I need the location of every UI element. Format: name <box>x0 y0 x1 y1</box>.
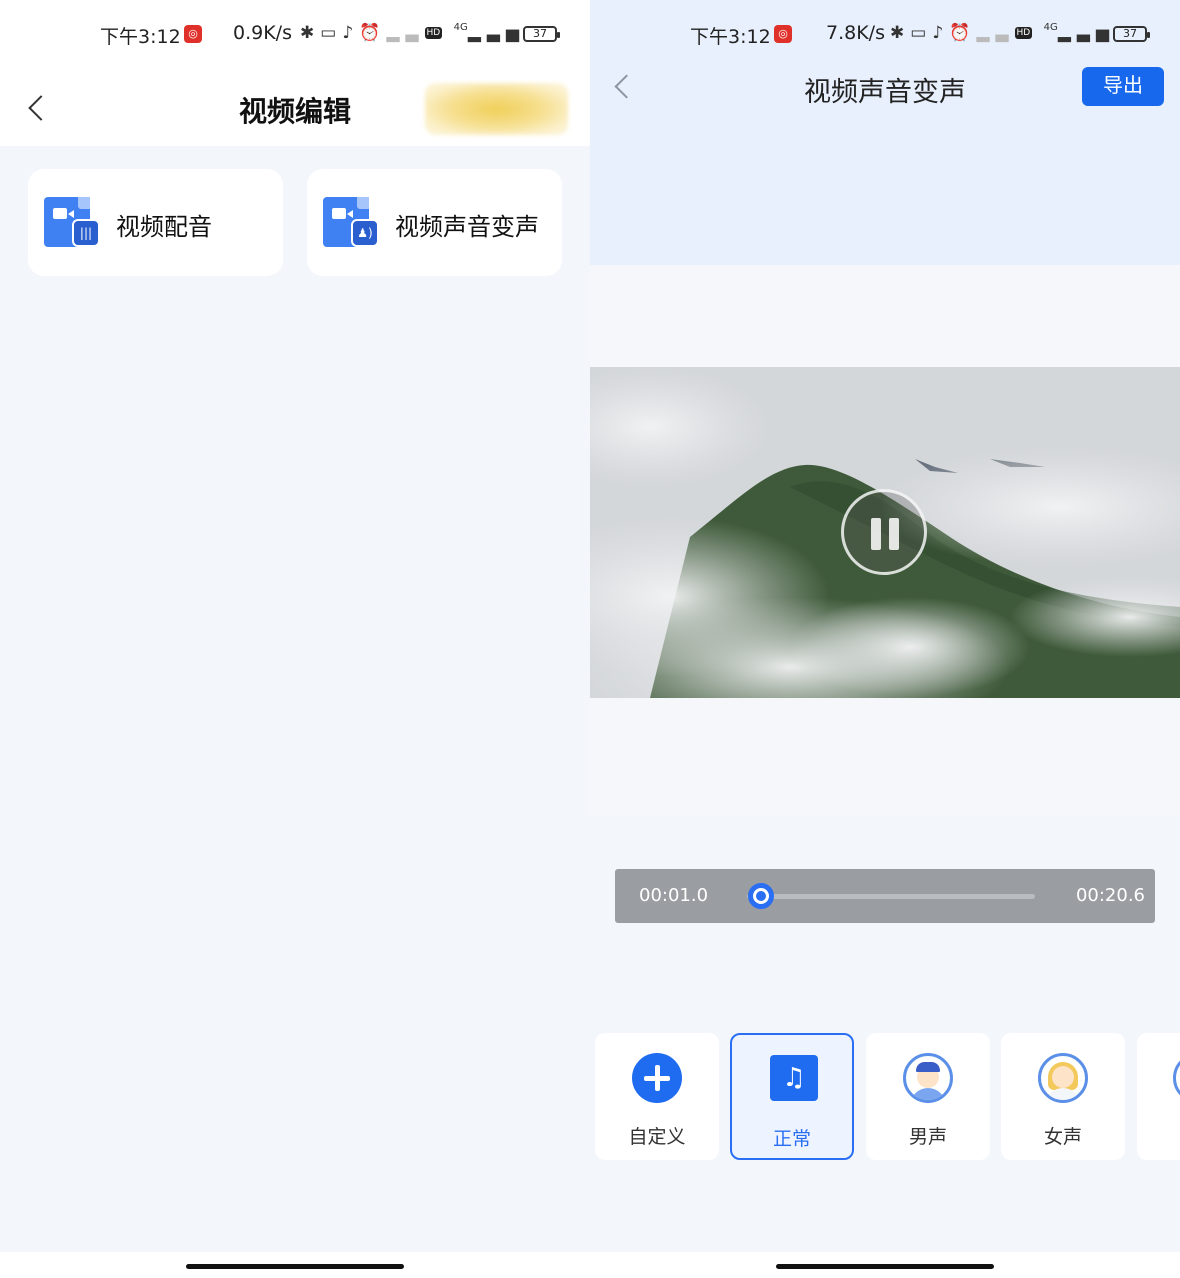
option-label: 自定义 <box>628 1126 686 1148</box>
voice-option-more[interactable] <box>1137 1033 1180 1160</box>
card-label: 视频声音变声 <box>395 213 539 241</box>
battery-icon: 37 <box>1113 26 1150 42</box>
status-icons: ✱▭♪⏰▂▃ HD 4G▂▃▅ <box>300 22 525 43</box>
network-type: 4G <box>1043 22 1058 33</box>
right-screen: 下午3:12 ◎ 7.8K/s ✱▭♪⏰▂▃ HD 4G▂▃▅ 37 视频声音变声… <box>590 0 1180 1278</box>
male-avatar-icon <box>903 1053 953 1103</box>
app-notification-icon: ◎ <box>184 25 202 43</box>
alarm-icon: ⏰ <box>949 23 977 43</box>
total-time: 00:20.6 <box>1075 885 1145 906</box>
video-letterbox-bottom <box>590 698 1180 816</box>
top-bar: 视频编辑 <box>0 66 590 146</box>
bluetooth-icon: ✱ <box>890 23 911 43</box>
hd-icon: HD <box>1014 27 1033 39</box>
voice-option-custom[interactable]: 自定义 <box>595 1033 719 1160</box>
current-time: 00:01.0 <box>639 885 709 906</box>
network-speed: 7.8K/s <box>826 22 885 44</box>
playback-timeline: 00:01.0 00:20.6 <box>615 869 1155 923</box>
bluetooth-icon: ✱ <box>300 23 321 43</box>
home-indicator[interactable] <box>186 1264 404 1269</box>
pause-button[interactable] <box>841 489 927 575</box>
home-indicator-bar <box>590 1252 1180 1278</box>
option-label: 男声 <box>908 1126 947 1148</box>
signal-icon: ▂▃▅ <box>467 23 525 43</box>
blurred-button[interactable] <box>425 83 568 135</box>
voice-change-icon: ♟) <box>323 197 379 249</box>
home-indicator-bar <box>0 1252 590 1278</box>
mute-icon: ♪ <box>932 23 950 43</box>
card-label: 视频配音 <box>116 213 212 241</box>
signal-weak-icon: ▂▃ <box>976 23 1015 43</box>
alarm-icon: ⏰ <box>359 23 387 43</box>
video-letterbox-top <box>590 265 1180 367</box>
voice-option-male[interactable]: 男声 <box>866 1033 990 1160</box>
video-dubbing-card[interactable]: ||| 视频配音 <box>28 169 283 276</box>
voice-option-female[interactable]: 女声 <box>1001 1033 1125 1160</box>
hd-icon: HD <box>424 27 443 39</box>
mute-icon: ♪ <box>342 23 360 43</box>
vibrate-icon: ▭ <box>910 23 933 43</box>
music-note-icon: ♫ <box>770 1055 818 1101</box>
vibrate-icon: ▭ <box>320 23 343 43</box>
option-label: 女声 <box>1043 1126 1082 1148</box>
status-time: 下午3:12 <box>690 26 771 48</box>
seek-knob[interactable] <box>748 883 775 909</box>
network-type: 4G <box>453 22 468 33</box>
status-bar: 下午3:12 ◎ 0.9K/s ✱▭♪⏰▂▃ HD 4G▂▃▅ 37 <box>0 0 590 66</box>
option-label: 正常 <box>772 1128 811 1150</box>
voice-option-normal[interactable]: ♫ 正常 <box>730 1033 854 1160</box>
pause-icon <box>871 518 881 550</box>
seek-track[interactable] <box>747 894 1035 899</box>
network-speed: 0.9K/s <box>233 22 292 44</box>
video-dubbing-icon: ||| <box>44 197 100 249</box>
app-notification-icon: ◎ <box>774 25 792 43</box>
avatar-icon <box>1173 1053 1180 1103</box>
status-icons: ✱▭♪⏰▂▃ HD 4G▂▃▅ <box>890 22 1115 43</box>
status-time: 下午3:12 <box>100 26 181 48</box>
home-indicator[interactable] <box>776 1264 994 1269</box>
plus-circle-icon <box>632 1053 682 1103</box>
battery-icon: 37 <box>523 26 560 42</box>
female-avatar-icon <box>1038 1053 1088 1103</box>
video-preview[interactable] <box>590 367 1180 698</box>
left-screen: 下午3:12 ◎ 0.9K/s ✱▭♪⏰▂▃ HD 4G▂▃▅ 37 视频编辑 |… <box>0 0 590 1278</box>
video-voice-change-card[interactable]: ♟) 视频声音变声 <box>307 169 562 276</box>
signal-icon: ▂▃▅ <box>1057 23 1115 43</box>
export-button[interactable]: 导出 <box>1082 67 1164 106</box>
signal-weak-icon: ▂▃ <box>386 23 425 43</box>
status-bar: 下午3:12 ◎ 7.8K/s ✱▭♪⏰▂▃ HD 4G▂▃▅ 37 <box>590 0 1180 66</box>
